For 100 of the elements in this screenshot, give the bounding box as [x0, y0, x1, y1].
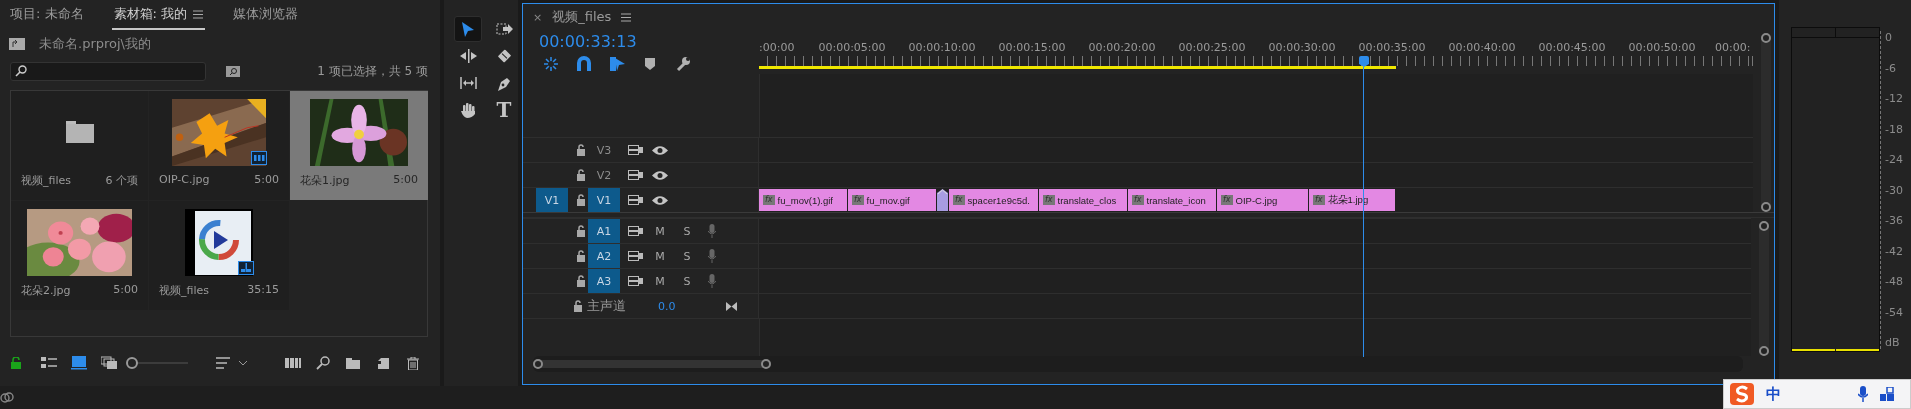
view-glyph-icon: [71, 356, 87, 370]
trash-icon: [407, 356, 419, 370]
media-tile[interactable]: 花朵2.jpg 5:00: [11, 201, 148, 310]
input-method-logo-icon[interactable]: [1730, 383, 1754, 405]
eye-icon[interactable]: [651, 194, 669, 206]
eye-icon[interactable]: [651, 169, 669, 181]
track-target[interactable]: V3: [588, 138, 620, 162]
marker-icon[interactable]: [642, 56, 658, 72]
scroll-handle[interactable]: [761, 359, 771, 369]
tool-button[interactable]: [454, 16, 482, 42]
grid-icon[interactable]: [1880, 387, 1894, 401]
caret-icon[interactable]: [238, 360, 248, 366]
menu-icon[interactable]: [621, 12, 632, 22]
ruler-label: 00:00:10:00: [907, 41, 977, 54]
parent-folder-icon[interactable]: [9, 38, 25, 50]
microphone-icon[interactable]: [708, 224, 716, 238]
solo-button[interactable]: S: [678, 249, 696, 263]
linked-selection-icon[interactable]: [609, 56, 625, 72]
find-icon[interactable]: [226, 65, 240, 77]
microphone-icon[interactable]: [1858, 386, 1868, 402]
scroll-handle[interactable]: [1761, 33, 1771, 43]
vertical-scrollbar[interactable]: [1759, 221, 1769, 356]
eye-icon[interactable]: [651, 144, 669, 156]
sync-lock-icon[interactable]: [628, 169, 644, 181]
padlock-icon[interactable]: [575, 225, 586, 237]
wrench-icon[interactable]: [675, 56, 691, 72]
sync-lock-icon[interactable]: [628, 194, 644, 206]
track-target[interactable]: V1: [588, 188, 620, 212]
menu-icon[interactable]: [193, 9, 204, 19]
sync-lock-icon[interactable]: [628, 144, 644, 156]
panel-tab[interactable]: 素材箱: 我的: [111, 5, 206, 30]
track-target[interactable]: A2: [588, 244, 620, 268]
file-name: 视频_files: [21, 173, 71, 188]
timeline-clip[interactable]: fx fu_mov(1).gif: [759, 189, 847, 211]
track-target[interactable]: A3: [588, 269, 620, 293]
bowtie-icon[interactable]: [725, 301, 737, 311]
scroll-handle[interactable]: [1759, 346, 1769, 356]
track-target[interactable]: V2: [588, 163, 620, 187]
timeline-clip[interactable]: fx spacer1e9c5d.: [949, 189, 1038, 211]
mute-button[interactable]: M: [651, 249, 669, 263]
padlock-icon[interactable]: [573, 300, 583, 312]
ruler-label: 00:00:: [1714, 41, 1751, 54]
input-mode-toggle[interactable]: 中: [1766, 384, 1781, 404]
scroll-handle[interactable]: [533, 359, 543, 369]
clip-name: fu_mov.gif: [866, 194, 910, 206]
media-tile[interactable]: 花朵1.jpg 5:00: [290, 91, 428, 200]
padlock-icon[interactable]: [575, 194, 586, 206]
padlock-icon[interactable]: [10, 357, 22, 369]
sync-lock-icon[interactable]: [628, 225, 644, 237]
padlock-icon[interactable]: [575, 275, 586, 287]
meter-scale-label: dB: [1885, 336, 1901, 349]
track-target[interactable]: A1: [588, 219, 620, 243]
ripple-edit-icon: [459, 47, 477, 65]
solo-button[interactable]: S: [678, 224, 696, 238]
page-icon: [377, 357, 389, 369]
panel-tab[interactable]: 项目: 未命名: [8, 5, 86, 30]
vertical-scrollbar[interactable]: [1761, 33, 1771, 212]
media-tile[interactable]: 视频_files 6 个项: [11, 91, 148, 200]
slider-thumb[interactable]: [126, 357, 138, 369]
timeline-clip[interactable]: fx translate_icon: [1128, 189, 1216, 211]
panel-tab[interactable]: 媒体浏览器: [231, 5, 301, 30]
file-name: 花朵1.jpg: [300, 173, 350, 188]
nest-icon[interactable]: [543, 56, 559, 72]
timeline-clip[interactable]: fx translate_clos: [1039, 189, 1127, 211]
hand-icon: [459, 101, 477, 119]
magnet-icon[interactable]: [576, 56, 592, 72]
close-tab-button[interactable]: ×: [533, 10, 543, 24]
lines-icon: [216, 357, 230, 369]
padlock-icon[interactable]: [575, 144, 586, 156]
meter-scale-label: 0: [1885, 31, 1893, 44]
media-tile[interactable]: OIP-C.jpg 5:00: [149, 91, 289, 200]
solo-button[interactable]: S: [678, 274, 696, 288]
type-tool[interactable]: T: [490, 97, 518, 123]
file-name: 视频_files: [159, 283, 209, 298]
zoom-slider[interactable]: [126, 357, 188, 369]
padlock-icon[interactable]: [575, 250, 586, 262]
clip-name: translate_clos: [1057, 194, 1117, 206]
fx-badge: fx: [1043, 195, 1055, 205]
microphone-icon[interactable]: [708, 249, 716, 263]
sync-lock-icon[interactable]: [628, 250, 644, 262]
padlock-icon[interactable]: [575, 169, 586, 181]
ruler-label: 00:00:20:00: [1087, 41, 1157, 54]
microphone-icon[interactable]: [708, 274, 716, 288]
mute-button[interactable]: M: [651, 274, 669, 288]
meter-scale-label: -42: [1885, 244, 1903, 258]
file-info: 5:00: [113, 283, 138, 298]
media-tile[interactable]: 视频_files 35:15: [149, 201, 289, 310]
search-field[interactable]: [10, 61, 206, 81]
timeline-clip[interactable]: fx OIP-C.jpg: [1217, 189, 1308, 211]
horizontal-scrollbar[interactable]: [533, 360, 771, 368]
creative-cloud-icon[interactable]: [0, 391, 14, 404]
mute-button[interactable]: M: [651, 224, 669, 238]
sequence-tab[interactable]: 视频_files: [552, 8, 612, 26]
sync-lock-icon[interactable]: [628, 275, 644, 287]
volume-value[interactable]: 0.0: [658, 299, 676, 313]
meter-scale-label: -18: [1885, 122, 1903, 136]
timecode[interactable]: 00:00:33:13: [539, 30, 759, 52]
transition-marker[interactable]: [937, 189, 948, 211]
source-patch[interactable]: V1: [536, 188, 568, 212]
timeline-clip[interactable]: fx fu_mov.gif: [848, 189, 936, 211]
